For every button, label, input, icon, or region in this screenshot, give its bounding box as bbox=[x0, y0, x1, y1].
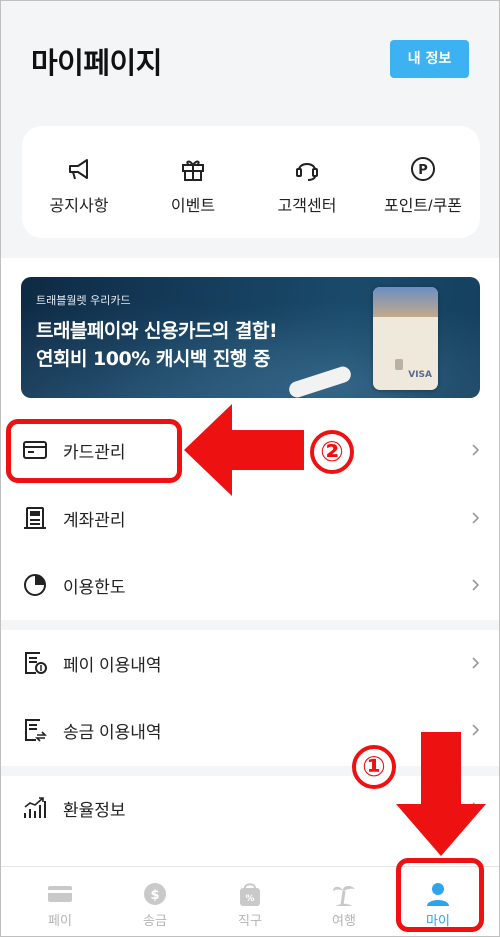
menu-item-label: 송금 이용내역 bbox=[63, 723, 162, 742]
pay-card-icon bbox=[48, 886, 72, 902]
quick-item-notice[interactable]: 공지사항 bbox=[22, 154, 136, 216]
my-info-button[interactable]: 내 정보 bbox=[390, 40, 469, 78]
nav-item-label: 송금 bbox=[143, 914, 167, 929]
svg-text:P: P bbox=[418, 163, 428, 178]
menu-item-usage-limit[interactable]: 이용한도 bbox=[0, 555, 500, 615]
menu-item-label: 페이 이용내역 bbox=[63, 656, 162, 675]
quick-item-event[interactable]: 이벤트 bbox=[136, 154, 250, 216]
nav-item-label: 여행 bbox=[332, 914, 356, 929]
nav-item-label: 페이 bbox=[48, 914, 72, 929]
point-icon: P bbox=[411, 157, 435, 181]
nav-item-travel[interactable]: 여행 bbox=[304, 881, 384, 929]
nav-item-transfer[interactable]: $ 송금 bbox=[115, 881, 195, 929]
page-title: 마이페이지 bbox=[31, 46, 162, 80]
svg-text:%: % bbox=[245, 894, 254, 904]
headset-icon bbox=[296, 163, 318, 181]
step-2-marker: ② bbox=[310, 430, 354, 474]
exchange-chart-icon bbox=[24, 797, 46, 818]
chevron-right-icon bbox=[472, 444, 480, 456]
pay-history-icon bbox=[25, 652, 47, 674]
chevron-right-icon bbox=[472, 657, 480, 669]
menu-item-label: 이용한도 bbox=[63, 578, 126, 597]
nav-item-direct-purchase[interactable]: % 직구 bbox=[210, 881, 290, 929]
nav-item-label: 직구 bbox=[238, 914, 262, 929]
banner-headline-1: 트래블페이와 신용카드의 결합! bbox=[36, 320, 278, 342]
account-icon bbox=[24, 507, 46, 529]
credit-card-image: VISA bbox=[373, 287, 438, 390]
card-chip bbox=[395, 359, 403, 370]
chevron-right-icon bbox=[472, 579, 480, 591]
banner-subtitle: 트래블월렛 우리카드 bbox=[36, 294, 131, 307]
svg-text:$: $ bbox=[150, 888, 159, 903]
menu-item-pay-history[interactable]: 페이 이용내역 bbox=[0, 633, 500, 693]
nav-item-pay[interactable]: 페이 bbox=[20, 881, 100, 929]
highlight-card-management bbox=[6, 419, 182, 483]
quick-item-label: 포인트/쿠폰 bbox=[383, 198, 463, 215]
quick-item-support[interactable]: 고객센터 bbox=[250, 154, 364, 216]
shopping-bag-icon: % bbox=[240, 883, 260, 906]
visa-logo: VISA bbox=[408, 370, 432, 380]
chevron-right-icon bbox=[472, 512, 480, 524]
megaphone-icon bbox=[69, 159, 88, 180]
quick-menu-card: 공지사항 이벤트 고객센터 P 포인트/쿠폰 bbox=[22, 126, 480, 238]
coin-icon: $ bbox=[144, 883, 166, 905]
quick-item-point[interactable]: P 포인트/쿠폰 bbox=[366, 154, 480, 216]
menu-item-account-management[interactable]: 계좌관리 bbox=[0, 488, 500, 548]
quick-item-label: 고객센터 bbox=[277, 198, 337, 215]
transfer-history-icon bbox=[25, 719, 47, 742]
card-artwork bbox=[373, 287, 438, 317]
arrow-left-icon bbox=[184, 404, 304, 496]
quick-item-label: 이벤트 bbox=[170, 198, 216, 215]
palm-tree-icon bbox=[333, 885, 355, 906]
arrow-down-icon bbox=[396, 732, 486, 856]
banner-headline-2: 연회비 100% 캐시백 진행 중 bbox=[36, 348, 270, 370]
menu-item-label: 환율정보 bbox=[63, 801, 126, 820]
menu-item-label: 계좌관리 bbox=[63, 511, 126, 530]
gift-icon bbox=[182, 160, 204, 181]
highlight-my-tab bbox=[396, 858, 484, 932]
pie-chart-icon bbox=[24, 574, 46, 596]
quick-item-label: 공지사항 bbox=[49, 198, 109, 215]
section-divider bbox=[0, 620, 500, 630]
step-1-marker: ① bbox=[352, 745, 396, 789]
